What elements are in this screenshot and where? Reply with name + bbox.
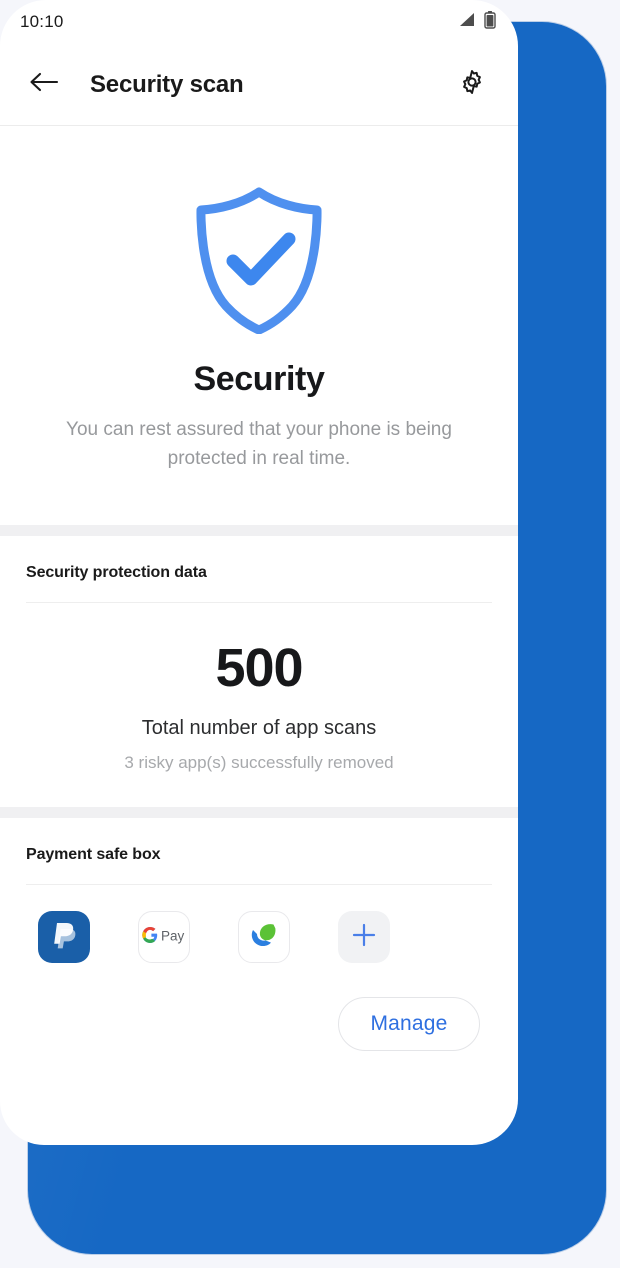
- risky-apps-note: 3 risky app(s) successfully removed: [124, 753, 394, 772]
- hero-subtitle: You can rest assured that your phone is …: [66, 419, 452, 469]
- status-bar: 10:10: [0, 0, 518, 44]
- section-divider-band-2: [0, 807, 518, 818]
- plus-icon: [351, 922, 377, 953]
- payment-app-paypal[interactable]: [38, 911, 90, 963]
- status-bar-icons: [458, 10, 496, 34]
- section-divider-band: [0, 525, 518, 536]
- leaf-wallet-icon: [247, 918, 281, 957]
- app-bar: Security scan: [0, 44, 518, 126]
- manage-button[interactable]: Manage: [338, 997, 480, 1051]
- battery-icon: [484, 10, 496, 34]
- add-payment-app-button[interactable]: [338, 911, 390, 963]
- payment-app-wallet[interactable]: [238, 911, 290, 963]
- payment-section-heading: Payment safe box: [26, 846, 161, 863]
- back-arrow-icon: [29, 70, 59, 99]
- scan-count-label: Total number of app scans: [141, 717, 377, 739]
- settings-button[interactable]: [452, 65, 492, 105]
- gear-icon: [458, 68, 486, 101]
- google-pay-icon: Pay: [142, 925, 186, 950]
- signal-bars-icon: [458, 12, 475, 32]
- protection-section-heading: Security protection data: [26, 564, 207, 581]
- status-bar-time: 10:10: [20, 12, 64, 31]
- hero-title: Security: [193, 360, 325, 398]
- page-title: Security scan: [90, 70, 244, 98]
- paypal-icon: [49, 919, 79, 956]
- screenshot-root: 10:10 Security scan Security You can res…: [0, 0, 620, 1268]
- shield-check-icon: [0, 184, 518, 334]
- payment-apps-row: Pay: [0, 885, 518, 963]
- security-hero: Security You can rest assured that your …: [0, 126, 518, 525]
- back-button[interactable]: [24, 65, 64, 105]
- payment-app-google-pay[interactable]: Pay: [138, 911, 190, 963]
- scan-count-value: 500: [215, 638, 303, 698]
- payment-actions: Manage: [0, 963, 518, 1051]
- scan-stats: 500 Total number of app scans 3 risky ap…: [0, 603, 518, 807]
- security-protection-data-section: Security protection data 500 Total numbe…: [0, 536, 518, 807]
- phone-screen: 10:10 Security scan Security You can res…: [0, 0, 518, 1145]
- svg-text:Pay: Pay: [161, 928, 185, 943]
- payment-safe-box-section: Payment safe box Pay Manage: [0, 818, 518, 1051]
